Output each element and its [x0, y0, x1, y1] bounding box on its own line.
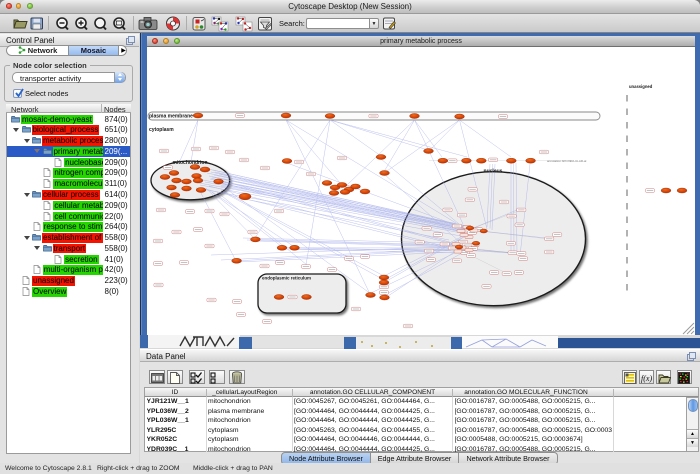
svg-text:endoplasmic reticulum: endoplasmic reticulum	[262, 276, 311, 281]
svg-text:cytoplasm: cytoplasm	[149, 127, 174, 133]
svg-text:mitochondrion: mitochondrion	[173, 160, 208, 166]
svg-text:f(x): f(x)	[641, 374, 652, 383]
svg-text:plasma membrane: plasma membrane	[149, 114, 193, 120]
svg-text:annotation.GO-CELLULAR-al: annotation.GO-CELLULAR-al	[547, 159, 587, 163]
svg-text:nucleus: nucleus	[484, 169, 503, 175]
svg-text:unassigned: unassigned	[629, 84, 653, 89]
